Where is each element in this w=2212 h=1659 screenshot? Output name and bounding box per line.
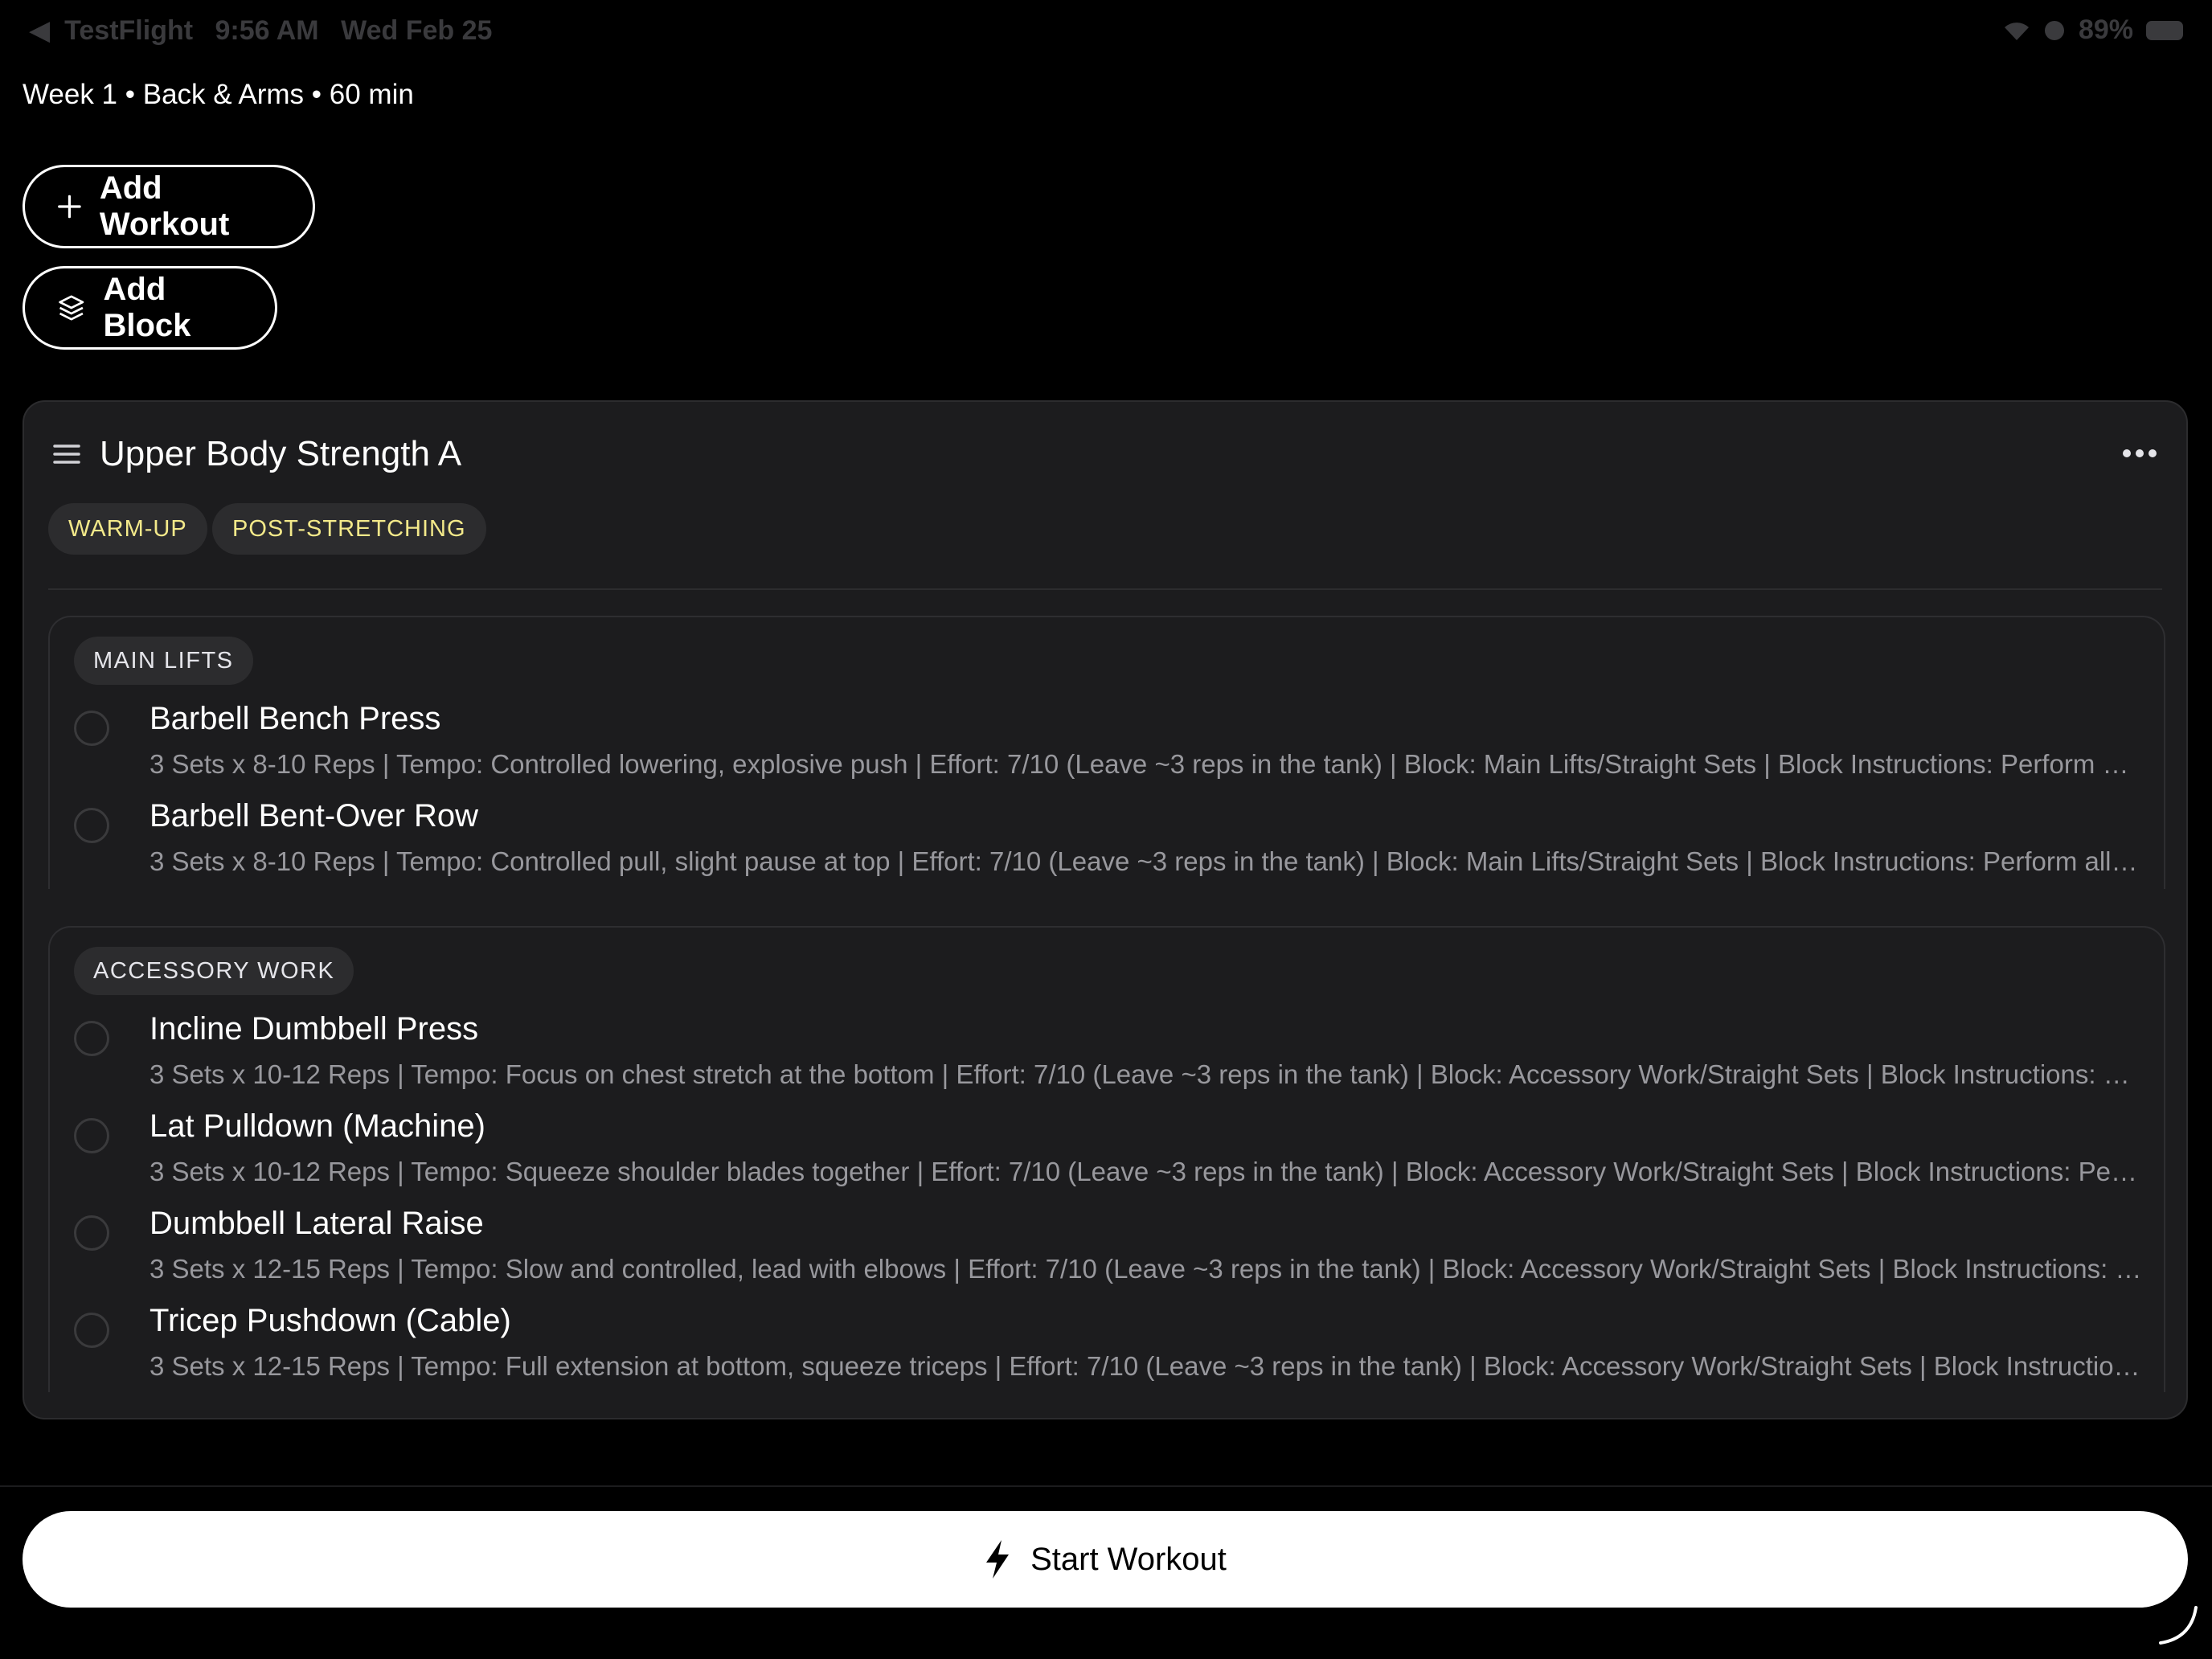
workout-subtitle: Week 1 • Back & Arms • 60 min <box>23 79 414 110</box>
section-label: MAIN LIFTS <box>74 637 253 685</box>
layers-icon <box>59 295 84 321</box>
exercise-checkbox[interactable] <box>74 1215 109 1251</box>
exercise-checkbox[interactable] <box>74 711 109 746</box>
exercise-row[interactable]: Barbell Bent-Over Row 3 Sets x 8-10 Reps… <box>50 798 2164 895</box>
exercise-row[interactable]: Tricep Pushdown (Cable) 3 Sets x 12-15 R… <box>50 1303 2164 1399</box>
status-back-app: TestFlight <box>64 15 194 46</box>
status-date: Wed Feb 25 <box>341 15 493 46</box>
exercise-checkbox[interactable] <box>74 1313 109 1348</box>
exercise-name: Barbell Bent-Over Row <box>150 798 479 834</box>
exercise-detail: 3 Sets x 10-12 Reps | Tempo: Focus on ch… <box>150 1059 2143 1089</box>
exercise-detail: 3 Sets x 8-10 Reps | Tempo: Controlled p… <box>150 846 2143 876</box>
wifi-icon <box>2004 22 2029 40</box>
tag-warm-up[interactable]: WARM-UP <box>48 503 207 555</box>
exercise-name: Incline Dumbbell Press <box>150 1011 479 1047</box>
bolt-icon <box>986 1540 1010 1579</box>
bottom-divider <box>0 1485 2212 1487</box>
tag-post-stretching[interactable]: POST-STRETCHING <box>212 503 486 555</box>
add-workout-label: Add Workout <box>99 170 230 242</box>
exercise-detail: 3 Sets x 12-15 Reps | Tempo: Slow and co… <box>150 1254 2143 1284</box>
drag-handle-icon[interactable] <box>53 444 80 465</box>
add-block-label: Add Block <box>103 272 191 343</box>
more-icon[interactable] <box>2122 440 2157 466</box>
resize-handle-icon[interactable] <box>2156 1603 2201 1648</box>
exercise-row[interactable]: Incline Dumbbell Press 3 Sets x 10-12 Re… <box>50 1011 2164 1108</box>
card-divider <box>48 588 2162 590</box>
add-workout-button[interactable]: Add Workout <box>23 165 315 248</box>
section-main-lifts: MAIN LIFTS Barbell Bench Press 3 Sets x … <box>48 616 2165 889</box>
plus-icon <box>58 195 81 219</box>
section-accessory-work: ACCESSORY WORK Incline Dumbbell Press 3 … <box>48 926 2165 1392</box>
exercise-checkbox[interactable] <box>74 808 109 843</box>
exercise-row[interactable]: Lat Pulldown (Machine) 3 Sets x 10-12 Re… <box>50 1108 2164 1205</box>
exercise-row[interactable]: Barbell Bench Press 3 Sets x 8-10 Reps |… <box>50 701 2164 797</box>
focus-moon-icon <box>2044 20 2064 40</box>
exercise-detail: 3 Sets x 8-10 Reps | Tempo: Controlled l… <box>150 749 2143 779</box>
start-workout-button[interactable]: Start Workout <box>23 1511 2188 1608</box>
exercise-name: Barbell Bench Press <box>150 701 441 736</box>
workout-title: Upper Body Strength A <box>100 434 462 473</box>
exercise-row[interactable]: Dumbbell Lateral Raise 3 Sets x 12-15 Re… <box>50 1206 2164 1302</box>
exercise-checkbox[interactable] <box>74 1118 109 1153</box>
status-left[interactable]: ◀ TestFlight 9:56 AM Wed Feb 25 <box>29 14 506 47</box>
exercise-detail: 3 Sets x 10-12 Reps | Tempo: Squeeze sho… <box>150 1157 2143 1186</box>
workout-card[interactable]: Upper Body Strength A WARM-UP POST-STRET… <box>23 400 2188 1419</box>
exercise-checkbox[interactable] <box>74 1021 109 1056</box>
status-bar: ◀ TestFlight 9:56 AM Wed Feb 25 89% <box>0 0 2212 64</box>
status-right: 89% <box>2003 14 2183 46</box>
exercise-name: Dumbbell Lateral Raise <box>150 1206 484 1241</box>
exercise-name: Lat Pulldown (Machine) <box>150 1108 485 1144</box>
start-workout-label: Start Workout <box>1030 1541 1227 1577</box>
battery-percent: 89% <box>2078 14 2133 45</box>
workout-card-header: Upper Body Strength A <box>24 402 2186 514</box>
exercise-detail: 3 Sets x 12-15 Reps | Tempo: Full extens… <box>150 1351 2143 1381</box>
section-label: ACCESSORY WORK <box>74 947 354 995</box>
status-time: 9:56 AM <box>215 15 319 46</box>
back-arrow-icon: ◀ <box>29 15 51 46</box>
exercise-name: Tricep Pushdown (Cable) <box>150 1303 511 1338</box>
battery-icon <box>2146 20 2183 40</box>
add-block-button[interactable]: Add Block <box>23 266 277 350</box>
